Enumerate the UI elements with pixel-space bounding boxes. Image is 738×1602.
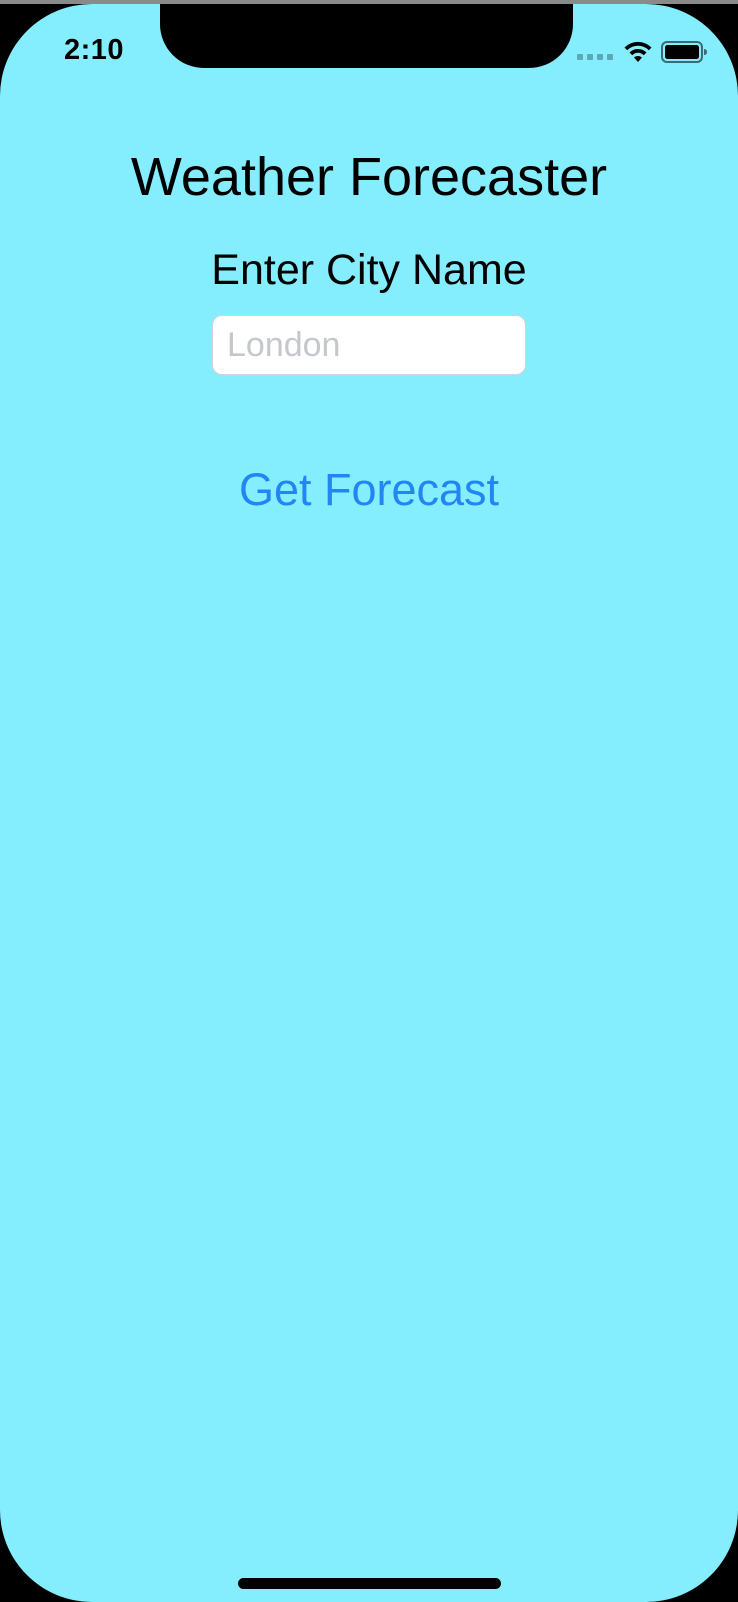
status-time: 2:10	[64, 34, 125, 66]
wifi-icon	[624, 41, 652, 62]
battery-icon	[661, 41, 707, 63]
cellular-signal-icon	[577, 54, 613, 60]
home-indicator[interactable]	[238, 1578, 501, 1589]
city-name-input[interactable]	[212, 315, 526, 375]
city-name-label: Enter City Name	[211, 246, 527, 294]
app-screen: 2:10 Weather Forecaster Enter City Name …	[0, 4, 738, 1602]
get-forecast-button[interactable]: Get Forecast	[0, 464, 738, 516]
device-frame: 2:10 Weather Forecaster Enter City Name …	[0, 0, 738, 1602]
device-notch	[160, 4, 573, 68]
app-title: Weather Forecaster	[130, 147, 608, 207]
